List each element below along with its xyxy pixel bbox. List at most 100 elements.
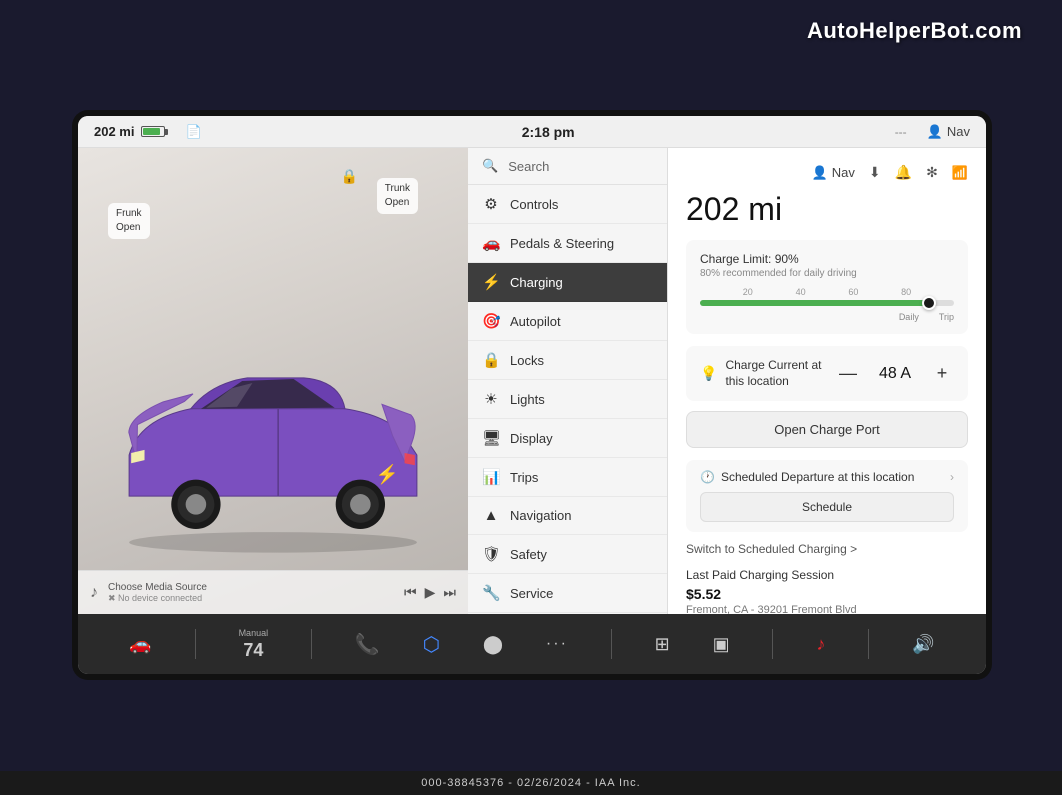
charge-current-controls: — 48 A + — [836, 362, 954, 386]
last-charging-section: Last Paid Charging Session $5.52 Fremont… — [686, 568, 968, 614]
temperature-value: 74 — [243, 640, 263, 661]
person-icon: 👤 — [812, 165, 828, 181]
taskbar-bluetooth[interactable]: ⬡ — [423, 632, 440, 657]
play-button[interactable]: ▶ — [425, 584, 436, 601]
scale-20: 20 — [743, 287, 753, 297]
menu-item-lights[interactable]: ☀ Lights — [468, 380, 667, 419]
menu-panel: 🔍 Search ⚙ Controls 🚗 Pedals & Steering … — [468, 148, 668, 614]
charge-current-label: Charge Current at this location — [725, 358, 821, 389]
media-controls: ⏮ ▶ ⏭ — [404, 584, 456, 601]
controls-label: Controls — [510, 197, 558, 212]
bluetooth-icon: ✻ — [926, 164, 938, 181]
switch-charging-link[interactable]: Switch to Scheduled Charging > — [686, 542, 968, 556]
tesla-screen: 202 mi 📄 2:18 pm --- 👤 Nav Frunk Open — [72, 110, 992, 680]
media-bar: ♪ Choose Media Source ✖ No device connec… — [78, 570, 468, 614]
charge-current-section: 💡 Charge Current at this location — 48 A… — [686, 346, 968, 401]
charge-limit-section: Charge Limit: 90% 80% recommended for da… — [686, 240, 968, 334]
taskbar-music[interactable]: ♪ — [816, 634, 825, 655]
music-icon: ♪ — [90, 584, 98, 602]
taskbar-phone[interactable]: 📞 — [355, 632, 380, 657]
charge-limit-sublabel: 80% recommended for daily driving — [700, 268, 954, 279]
volume-icon: 🔊 — [912, 634, 934, 655]
schedule-button[interactable]: Schedule — [700, 492, 954, 522]
menu-item-trips[interactable]: 📊 Trips — [468, 458, 667, 497]
taskbar: 🚗 Manual 74 📞 ⬡ ⬤ ··· ⊞ — [78, 614, 986, 674]
menu-item-search[interactable]: 🔍 Search — [468, 148, 667, 185]
menu-item-pedals[interactable]: 🚗 Pedals & Steering — [468, 224, 667, 263]
service-label: Service — [510, 586, 553, 601]
navigation-label: Navigation — [510, 508, 571, 523]
separator: --- — [895, 125, 907, 139]
battery-icon — [141, 126, 165, 137]
scale-80: 80 — [901, 287, 911, 297]
chevron-icon: › — [950, 470, 954, 484]
more-icon: ··· — [546, 635, 568, 653]
pedals-icon: 🚗 — [482, 234, 500, 252]
charge-labels: Daily Trip — [700, 312, 954, 322]
charge-current-left: 💡 Charge Current at this location — [700, 358, 821, 389]
svg-text:⚡: ⚡ — [376, 464, 399, 486]
trips-label: Trips — [510, 470, 538, 485]
scale-40: 40 — [796, 287, 806, 297]
taskbar-climate[interactable]: Manual 74 — [239, 628, 269, 661]
taskbar-car[interactable]: 🚗 — [129, 634, 151, 655]
scheduled-departure-section: 🕐 Scheduled Departure at this location ›… — [686, 460, 968, 532]
status-time: 2:18 pm — [522, 124, 575, 140]
charge-slider[interactable]: 20 40 60 80 — [700, 287, 954, 306]
pedals-label: Pedals & Steering — [510, 236, 614, 251]
prev-button[interactable]: ⏮ — [404, 584, 417, 601]
taskbar-grid[interactable]: ⊞ — [655, 634, 670, 655]
trunk-open-text: Open — [385, 196, 410, 210]
menu-item-safety[interactable]: 🛡 Safety — [468, 535, 667, 574]
taskbar-divider-5 — [868, 629, 869, 659]
taskbar-cards[interactable]: ▣ — [713, 634, 730, 655]
taskbar-more[interactable]: ··· — [546, 635, 568, 653]
lock-icon: 🔒 — [341, 168, 358, 185]
next-button[interactable]: ⏭ — [443, 584, 456, 601]
taskbar-volume[interactable]: 🔊 — [912, 634, 934, 655]
camera-icon: ⬤ — [483, 634, 503, 655]
daily-label: Daily — [899, 312, 919, 322]
charging-icon: ⚡ — [482, 273, 500, 291]
charge-scale: 20 40 60 80 — [700, 287, 954, 297]
trunk-label: Trunk Open — [377, 178, 418, 214]
taskbar-divider-2 — [311, 629, 312, 659]
menu-item-autopilot[interactable]: 🎯 Autopilot — [468, 302, 667, 341]
trip-label: Trip — [939, 312, 954, 322]
charge-current-icon: 💡 — [700, 365, 717, 382]
phone-icon: 📞 — [355, 632, 380, 657]
taskbar-camera[interactable]: ⬤ — [483, 634, 503, 655]
watermark: AutoHelperBot.com — [807, 18, 1022, 44]
grid-icon: ⊞ — [655, 634, 670, 655]
menu-item-locks[interactable]: 🔒 Locks — [468, 341, 667, 380]
decrease-current-button[interactable]: — — [836, 362, 860, 386]
scheduled-label: 🕐 Scheduled Departure at this location — [700, 470, 914, 484]
increase-current-button[interactable]: + — [930, 362, 954, 386]
battery-fill — [143, 128, 160, 135]
cards-icon: ▣ — [713, 634, 730, 655]
bottom-info-bar: 000-38845376 - 02/26/2024 - IAA Inc. — [0, 771, 1062, 795]
charge-track — [700, 300, 954, 306]
menu-item-display[interactable]: 🖥 Display — [468, 419, 667, 458]
signal-icon: 📶 — [952, 165, 968, 181]
lights-label: Lights — [510, 392, 545, 407]
last-charging-amount: $5.52 — [686, 586, 968, 602]
menu-item-controls[interactable]: ⚙ Controls — [468, 185, 667, 224]
menu-item-service[interactable]: 🔧 Service — [468, 574, 667, 613]
range-display: 202 mi — [686, 191, 968, 228]
safety-label: Safety — [510, 547, 547, 562]
menu-item-charging[interactable]: ⚡ Charging — [468, 263, 667, 302]
bottom-info-text: 000-38845376 - 02/26/2024 - IAA Inc. — [421, 777, 640, 789]
screen-inner: 202 mi 📄 2:18 pm --- 👤 Nav Frunk Open — [78, 116, 986, 674]
charge-thumb[interactable] — [922, 296, 936, 310]
open-charge-port-button[interactable]: Open Charge Port — [686, 411, 968, 448]
charge-current-line2: this location — [725, 374, 821, 390]
charge-current-line1: Charge Current at — [725, 358, 821, 374]
search-icon: 🔍 — [482, 158, 498, 174]
file-icon: 📄 — [185, 124, 201, 140]
nav-status: 👤 Nav — [927, 124, 970, 140]
lights-icon: ☀ — [482, 390, 500, 408]
car-panel: Frunk Open Trunk Open 🔒 — [78, 148, 468, 614]
menu-item-navigation[interactable]: ▲ Navigation — [468, 497, 667, 535]
locks-icon: 🔒 — [482, 351, 500, 369]
